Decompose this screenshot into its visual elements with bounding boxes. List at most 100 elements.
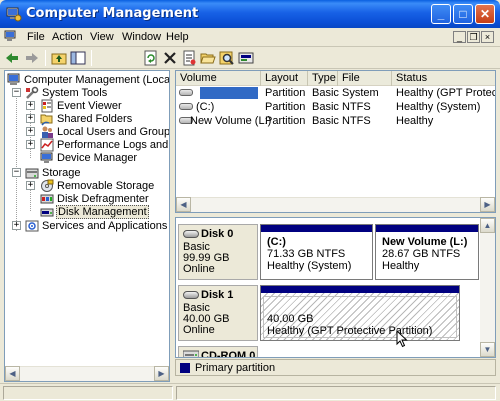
legend-swatch [180,363,190,373]
disk-0-card[interactable]: Disk 0 Basic 99.99 GB Online [178,224,258,280]
tree-item-removable-storage[interactable]: + Removable Storage [25,179,169,193]
menu-window[interactable]: Window [122,31,161,43]
volume-icon [179,89,193,96]
volume-status: Healthy (GPT Protective Pa [396,87,495,99]
tree-item-computer-management[interactable]: Computer Management (Local) [7,73,169,87]
collapse-toggle[interactable]: − [12,168,21,177]
tree-item-device-manager[interactable]: Device Manager [25,151,169,165]
tree-item-label: Performance Logs and Alerts [57,139,169,151]
disk-1-card[interactable]: Disk 1 Basic 40.00 GB Online [178,285,258,341]
expand-toggle[interactable]: + [26,181,35,190]
volume-row[interactable]: Partition Basic Healthy (GPT Protective … [176,86,495,100]
cdrom-0-card[interactable]: CD-ROM 0 [178,346,258,357]
open-folder-icon[interactable] [200,50,216,66]
menu-view[interactable]: View [90,31,114,43]
volume-row[interactable]: New Volume (L:) Partition Basic NTFS Hea… [176,114,495,128]
tree-item-label: Event Viewer [57,100,122,112]
tree-horizontal-scrollbar[interactable]: ◀ ▶ [5,366,169,381]
menu-action[interactable]: Action [52,31,83,43]
up-level-icon[interactable] [51,50,67,66]
scroll-up-button[interactable]: ▲ [480,218,495,233]
tree-item-disk-defragmenter[interactable]: Disk Defragmenter [25,192,169,206]
tree-item-shared-folders[interactable]: + Shared Folders [25,112,169,126]
tree-item-label: Services and Applications [42,220,168,232]
close-button[interactable]: ✕ [475,4,495,24]
maximize-button[interactable]: □ [453,4,473,24]
tree-item-services-applications[interactable]: + Services and Applications [10,219,169,233]
disk-view-icon[interactable] [238,50,254,66]
expand-toggle[interactable]: + [12,221,21,230]
back-arrow-icon[interactable] [4,50,20,66]
scroll-right-button[interactable]: ▶ [480,197,495,212]
status-bar [0,383,500,401]
tree-item-label: Disk Management [56,205,149,219]
window-menu-icon[interactable] [4,30,18,44]
volume-fs: NTFS [342,101,371,113]
tree-item-local-users-groups[interactable]: + Local Users and Groups [25,125,170,139]
tree-item-storage[interactable]: − Storage [10,166,169,180]
computer-icon [7,73,20,85]
toolbar-separator [45,50,46,66]
mdi-minimize-button[interactable]: _ [453,31,466,43]
users-icon [42,126,53,138]
status-segment [3,386,173,400]
expand-toggle[interactable]: + [26,101,35,110]
menu-file[interactable]: File [27,31,45,43]
selected-volume-name [200,87,258,99]
volume-list-scrollbar[interactable]: ◀ ▶ [176,197,495,212]
column-status[interactable]: Status [392,71,495,86]
column-type[interactable]: Type [308,71,338,86]
tools-icon [26,86,39,99]
performance-chart-icon [40,138,54,152]
minimize-button[interactable]: _ [431,4,451,24]
volume-list-header: Volume Layout Type File System Status [176,71,495,99]
volume-status: Healthy (System) [396,101,481,113]
expand-toggle[interactable]: + [26,114,35,123]
expand-toggle[interactable]: + [26,127,35,136]
disk-state: Online [183,324,215,336]
column-volume[interactable]: Volume [176,71,261,86]
scroll-right-button[interactable]: ▶ [154,366,169,381]
volume-row[interactable]: (C:) Partition Basic NTFS Healthy (Syste… [176,100,495,114]
disk-map-scrollbar[interactable]: ▲ ▼ [480,218,495,357]
scroll-left-button[interactable]: ◀ [5,366,20,381]
primary-partition-bar [261,286,459,293]
refresh-icon[interactable] [143,50,159,66]
menu-help[interactable]: Help [166,31,189,43]
column-layout[interactable]: Layout [261,71,308,86]
column-file-system[interactable]: File System [338,71,392,99]
expand-toggle[interactable]: + [26,140,35,149]
mdi-close-button[interactable]: × [481,31,494,43]
tree-item-event-viewer[interactable]: + Event Viewer [25,99,169,113]
collapse-toggle[interactable]: − [12,88,21,97]
mdi-restore-button[interactable]: ❐ [467,31,480,43]
partition-label: (C:) [267,236,286,248]
show-hide-tree-icon[interactable] [70,50,86,66]
properties-icon[interactable] [181,50,197,66]
tree-item-label: Removable Storage [57,180,155,192]
disk-state: Online [183,263,215,275]
tree-item-disk-management[interactable]: Disk Management [25,205,169,219]
tree-item-performance-logs[interactable]: + Performance Logs and Alerts [25,138,169,152]
partition-c[interactable]: (C:) 71.33 GB NTFS Healthy (System) [260,224,373,280]
partition-label: New Volume (L:) [382,236,468,248]
partition-new-volume[interactable]: New Volume (L:) 28.67 GB NTFS Healthy [375,224,479,280]
computer-management-icon [6,7,22,22]
scroll-down-button[interactable]: ▼ [480,342,495,357]
toolbar [0,47,500,69]
volume-type: Basic [312,101,339,113]
tree-item-label: System Tools [42,87,108,99]
search-icon[interactable] [219,50,235,66]
partition-gpt-protective[interactable]: 40.00 GB Healthy (GPT Protective Partiti… [260,285,460,341]
legend: Primary partition [175,359,496,376]
primary-partition-bar [261,225,372,232]
tree-item-system-tools[interactable]: − System Tools [10,86,169,100]
forward-arrow-icon[interactable] [24,50,40,66]
delete-icon[interactable] [162,50,178,66]
scroll-left-button[interactable]: ◀ [176,197,191,212]
event-viewer-icon [41,99,53,113]
primary-partition-bar [376,225,478,232]
disk-defragmenter-icon [40,194,54,204]
tree-item-label: Disk Defragmenter [57,193,149,205]
tree-item-label: Local Users and Groups [57,126,170,138]
